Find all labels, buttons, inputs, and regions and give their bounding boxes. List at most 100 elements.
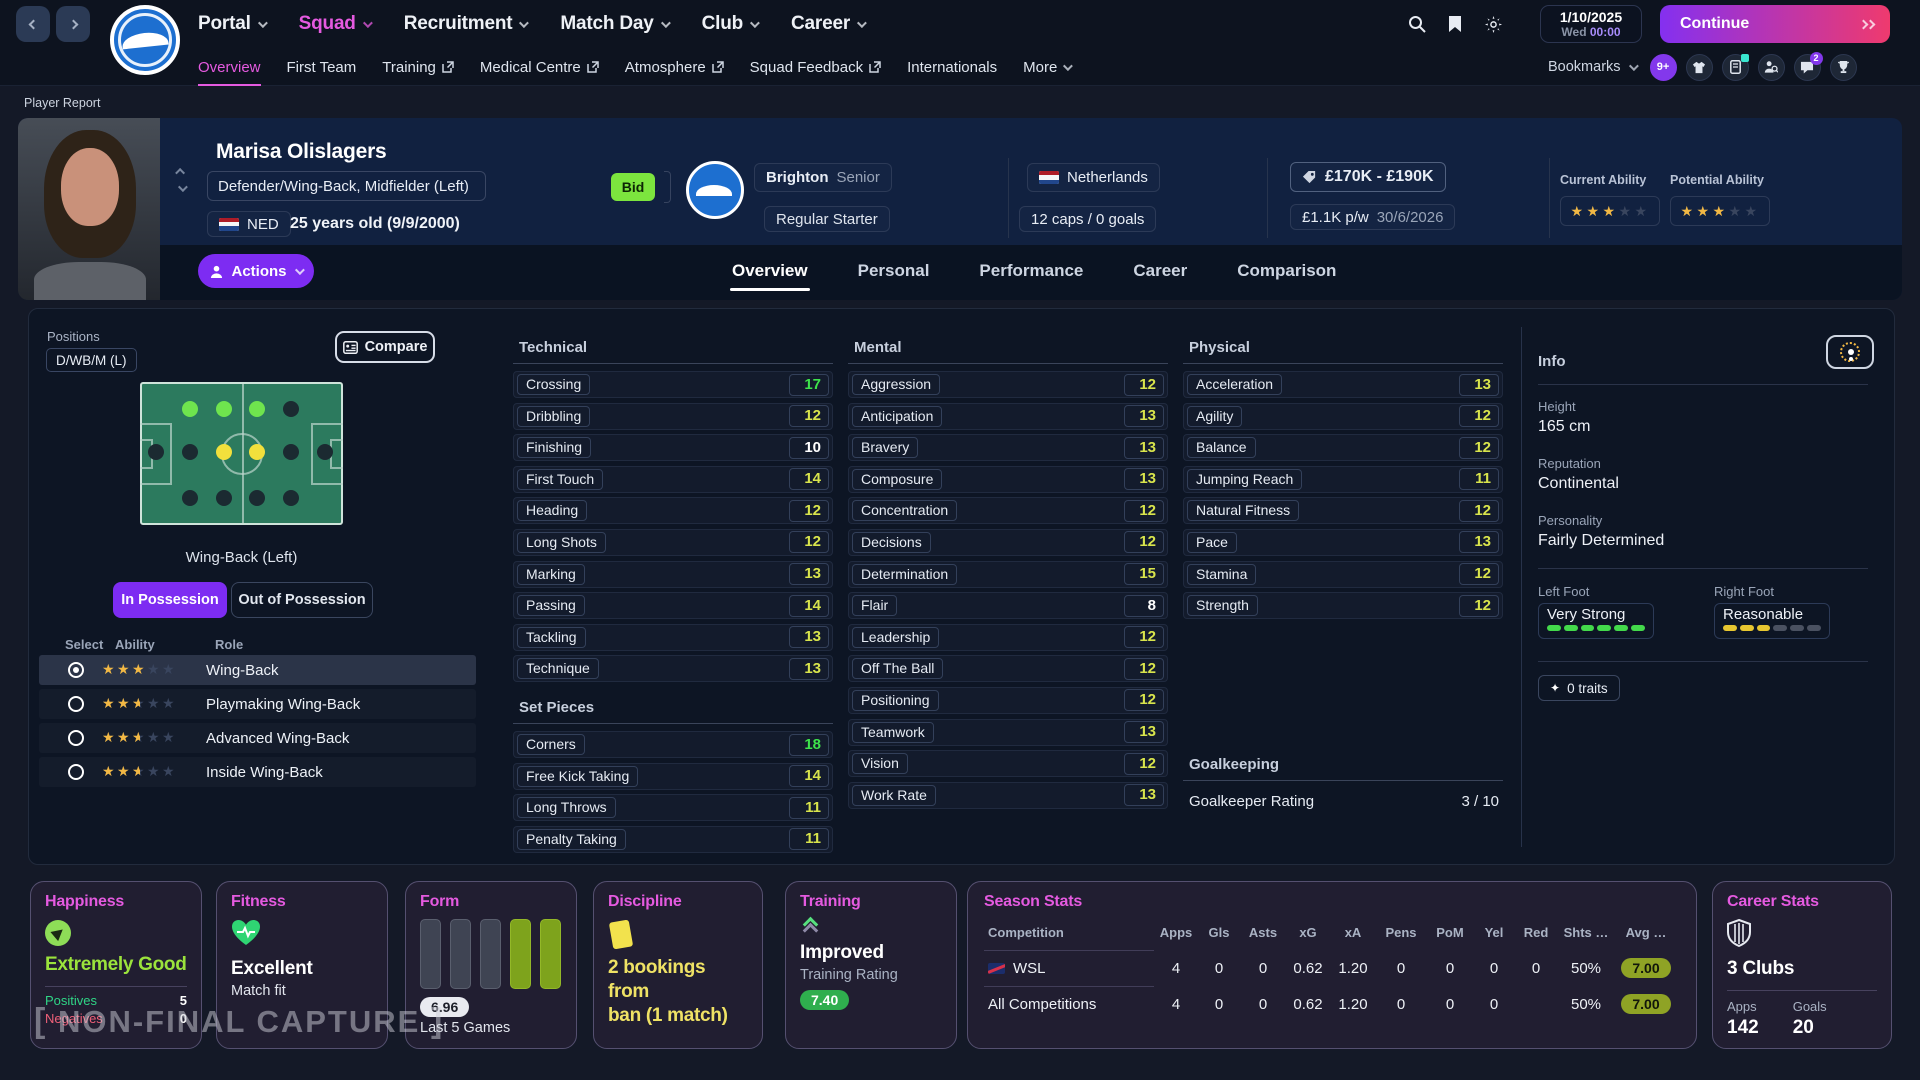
tab-performance[interactable]: Performance xyxy=(977,255,1085,295)
game-date[interactable]: 1/10/2025 Wed 00:00 xyxy=(1540,5,1642,43)
role-list: ★★★★★★★★★★Wing-Back ★★★★★★★★★★Playmaking … xyxy=(39,655,476,791)
out-of-possession-toggle[interactable]: Out of Possession xyxy=(231,582,373,618)
subnav-item-overview[interactable]: Overview xyxy=(198,48,261,86)
happiness-title: Happiness xyxy=(45,893,187,911)
nav-item-club[interactable]: Club xyxy=(702,13,757,35)
role-row[interactable]: ★★★★★★★★★★Playmaking Wing-Back xyxy=(39,689,476,719)
traits-button[interactable]: ✦ 0 traits xyxy=(1538,675,1620,701)
attribute-row: Corners18 xyxy=(513,731,833,758)
nation-chip[interactable]: Netherlands xyxy=(1027,163,1160,192)
nav-item-portal[interactable]: Portal xyxy=(198,13,265,35)
double-chevron-right-icon xyxy=(1860,15,1874,33)
chevron-down-icon xyxy=(661,18,671,28)
continue-button[interactable]: Continue xyxy=(1660,5,1890,43)
star-icon: ★★ xyxy=(117,730,132,744)
physical-header: Physical xyxy=(1189,339,1250,356)
role-radio[interactable] xyxy=(68,662,84,678)
career-stat-value: 142 xyxy=(1727,1017,1759,1039)
attribute-radar-button[interactable] xyxy=(1826,335,1874,369)
role-radio[interactable] xyxy=(68,696,84,712)
foot-segment xyxy=(1597,625,1611,631)
attribute-name-chip: Crossing xyxy=(517,374,590,395)
bookmarks-dropdown[interactable]: Bookmarks xyxy=(1548,59,1636,75)
search-icon[interactable] xyxy=(1408,15,1426,33)
continue-label: Continue xyxy=(1680,15,1749,33)
attribute-value: 12 xyxy=(1459,405,1499,427)
attribute-row: Long Shots12 xyxy=(513,529,833,556)
subnav-item-squad-feedback[interactable]: Squad Feedback xyxy=(750,48,881,86)
contract-end: 30/6/2026 xyxy=(1377,209,1444,226)
forward-button[interactable] xyxy=(56,6,90,42)
role-row[interactable]: ★★★★★★★★★★Wing-Back xyxy=(39,655,476,685)
mental-attributes: Aggression12Anticipation13Bravery13Compo… xyxy=(848,371,1168,813)
player-positions[interactable]: Defender/Wing-Back, Midfielder (Left) xyxy=(207,171,486,201)
double-chevron-up-icon xyxy=(800,919,820,936)
attribute-value: 12 xyxy=(1124,374,1164,396)
bid-button[interactable]: Bid xyxy=(611,173,655,201)
scouting-badge-icon[interactable] xyxy=(1758,54,1785,81)
role-ability-stars: ★★★★★★★★★★ xyxy=(102,729,194,747)
back-button[interactable] xyxy=(16,6,50,42)
kit-badge-icon[interactable] xyxy=(1686,54,1713,81)
subnav-item-medical-centre[interactable]: Medical Centre xyxy=(480,48,599,86)
price-tag-icon xyxy=(1302,170,1317,185)
chevron-down-icon[interactable] xyxy=(178,182,188,192)
nav-item-label: Career xyxy=(791,13,850,35)
bookmark-icon[interactable] xyxy=(1448,15,1462,33)
season-competition-cell[interactable]: WSL xyxy=(984,950,1154,986)
chevron-up-icon[interactable] xyxy=(175,168,185,178)
tab-personal[interactable]: Personal xyxy=(856,255,932,295)
nav-item-match-day[interactable]: Match Day xyxy=(560,13,667,35)
subnav-item-more[interactable]: More xyxy=(1023,48,1070,86)
personality-value: Fairly Determined xyxy=(1538,532,1664,550)
nav-item-career[interactable]: Career xyxy=(791,13,864,35)
star-icon: ★★ xyxy=(147,662,162,676)
actions-button[interactable]: Actions xyxy=(198,254,314,288)
season-stat-cell: 0 xyxy=(1426,950,1474,986)
nationality-chip[interactable]: NED xyxy=(207,211,291,237)
attribute-name-chip: Marking xyxy=(517,564,585,585)
attribute-value: 12 xyxy=(1124,689,1164,711)
nav-item-squad[interactable]: Squad xyxy=(299,13,370,35)
season-competition-cell[interactable]: All Competitions xyxy=(984,986,1154,1022)
potential-ability-label: Potential Ability xyxy=(1670,173,1764,187)
tab-comparison[interactable]: Comparison xyxy=(1235,255,1338,295)
role-radio[interactable] xyxy=(68,764,84,780)
divider-bracket xyxy=(664,171,671,203)
nav-item-recruitment[interactable]: Recruitment xyxy=(404,13,527,35)
subnav-item-label: Squad Feedback xyxy=(750,59,863,76)
position-dot-none xyxy=(317,444,333,460)
role-row[interactable]: ★★★★★★★★★★ Advanced Wing-Back xyxy=(39,723,476,753)
attribute-name-chip: Penalty Taking xyxy=(517,829,626,850)
tab-overview[interactable]: Overview xyxy=(730,255,810,295)
season-stat-cell: 0 xyxy=(1198,986,1240,1022)
season-stat-cell: 4 xyxy=(1154,950,1198,986)
career-stat-value: 20 xyxy=(1793,1017,1827,1039)
in-possession-toggle[interactable]: In Possession xyxy=(113,582,227,618)
compare-button[interactable]: Compare xyxy=(335,331,435,363)
playing-status-chip[interactable]: Regular Starter xyxy=(764,206,890,232)
subnav-item-internationals[interactable]: Internationals xyxy=(907,48,997,86)
role-row[interactable]: ★★★★★★★★★★Inside Wing-Back xyxy=(39,757,476,787)
role-name: Advanced Wing-Back xyxy=(206,730,349,747)
subnav-item-atmosphere[interactable]: Atmosphere xyxy=(625,48,724,86)
awards-badge-icon[interactable] xyxy=(1830,54,1857,81)
club-chip[interactable]: Brighton Senior xyxy=(754,163,892,192)
subnav-item-first-team[interactable]: First Team xyxy=(287,48,357,86)
transfer-value-chip[interactable]: £170K - £190K xyxy=(1290,162,1446,192)
gear-icon[interactable] xyxy=(1484,15,1503,34)
attribute-row: Determination15 xyxy=(848,561,1168,588)
subnav-item-training[interactable]: Training xyxy=(382,48,454,86)
attribute-name-chip: Pace xyxy=(1187,532,1237,553)
notes-badge-icon[interactable] xyxy=(1722,54,1749,81)
badge-count: 2 xyxy=(1810,52,1823,65)
club-crest-small[interactable] xyxy=(686,161,744,219)
attribute-name-chip: Long Throws xyxy=(517,797,616,818)
count-badge-icon[interactable]: 9+ xyxy=(1650,54,1677,81)
role-radio[interactable] xyxy=(68,730,84,746)
netherlands-flag-icon xyxy=(219,218,239,231)
mental-column: Mental Aggression12Anticipation13Bravery… xyxy=(848,309,1174,866)
tab-career[interactable]: Career xyxy=(1131,255,1189,295)
social-badge-icon[interactable]: 2 xyxy=(1794,54,1821,81)
club-crest-logo[interactable] xyxy=(110,5,180,75)
